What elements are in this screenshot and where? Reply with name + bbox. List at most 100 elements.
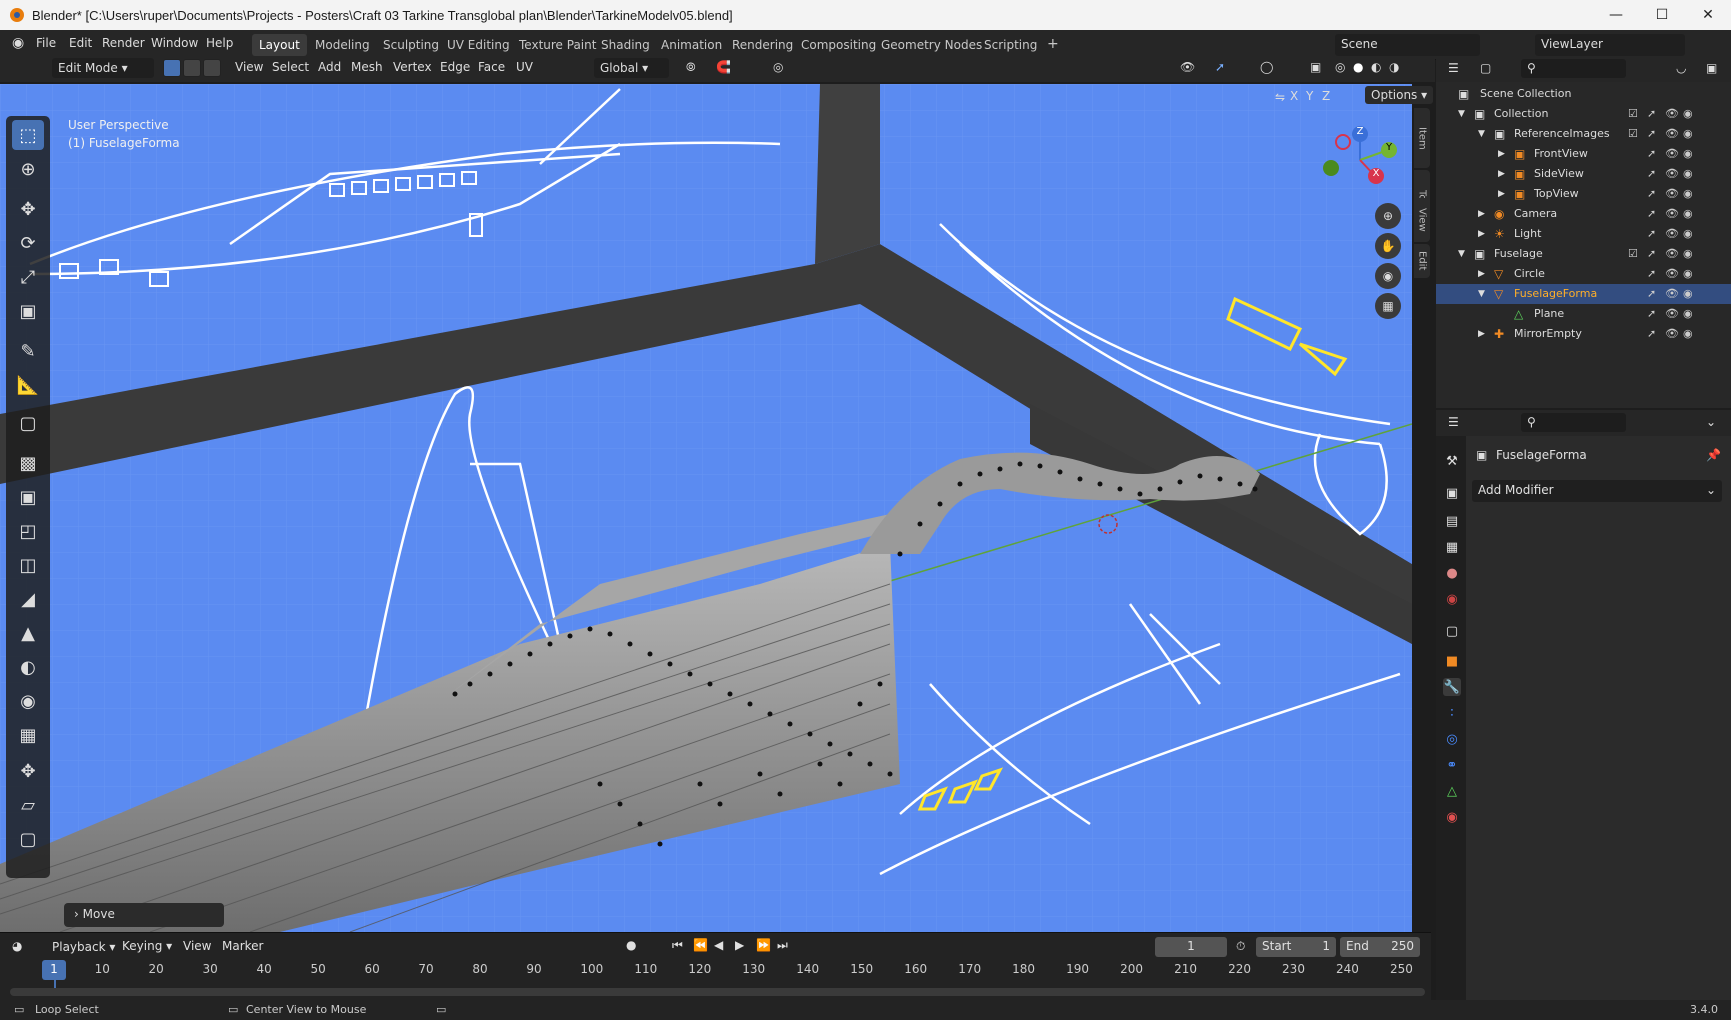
menu-keying[interactable]: Keying ▾ xyxy=(122,939,172,953)
camera-icon[interactable]: ◉ xyxy=(1683,147,1693,160)
select-icon[interactable]: ➚ xyxy=(1647,167,1656,180)
play-icon[interactable]: ▶ xyxy=(735,938,744,952)
outliner-row-plane[interactable]: △ Plane ➚ 👁 ◉ xyxy=(1436,304,1731,324)
scene-properties-icon[interactable]: ● xyxy=(1443,564,1461,582)
prev-keyframe-icon[interactable]: ⏪ xyxy=(693,938,708,952)
timeline-scrollbar[interactable] xyxy=(10,988,1425,996)
eye-icon[interactable]: 👁 xyxy=(1665,327,1679,340)
disclosure-triangle-icon[interactable]: ▼ xyxy=(1478,289,1485,299)
outliner-row-fuselage[interactable]: ▼ ▣ Fuselage ☑ ➚ 👁 ◉ xyxy=(1436,244,1731,264)
camera-icon[interactable]: ◉ xyxy=(1683,247,1693,260)
world-properties-icon[interactable]: ◉ xyxy=(1443,590,1461,608)
smooth-tool-icon[interactable]: ◉ xyxy=(12,686,44,716)
menu-view[interactable]: View xyxy=(235,60,263,74)
gizmo-y-icon[interactable]: Y xyxy=(1381,142,1397,158)
gizmo-z-icon[interactable]: Z xyxy=(1352,126,1368,142)
eye-icon[interactable]: 👁 xyxy=(1665,287,1679,300)
camera-icon[interactable]: ◉ xyxy=(1683,207,1693,220)
face-select-mode-icon[interactable] xyxy=(203,59,221,77)
options-dropdown[interactable]: Options ▾ xyxy=(1365,86,1434,104)
tab-compositing[interactable]: Compositing xyxy=(794,34,883,56)
scene-selector[interactable]: Scene xyxy=(1335,34,1480,56)
last-operator-panel[interactable]: › Move xyxy=(64,903,224,927)
eye-icon[interactable]: 👁 xyxy=(1665,187,1679,200)
loop-cut-tool-icon[interactable]: ◫ xyxy=(12,550,44,580)
camera-icon[interactable]: ◉ xyxy=(1683,167,1693,180)
chevron-down-icon[interactable]: ⌄ xyxy=(1706,415,1716,429)
tab-geometry-nodes[interactable]: Geometry Nodes xyxy=(874,34,989,56)
render-properties-icon[interactable]: ▣ xyxy=(1443,484,1461,502)
disclosure-triangle-icon[interactable]: ▶ xyxy=(1478,269,1485,279)
select-icon[interactable]: ➚ xyxy=(1647,207,1656,220)
transform-tool-icon[interactable]: ▣ xyxy=(12,296,44,326)
physics-properties-icon[interactable]: ◎ xyxy=(1443,730,1461,748)
menu-timeline-view[interactable]: View xyxy=(183,939,211,953)
rotate-tool-icon[interactable]: ⟳ xyxy=(12,228,44,258)
sidebar-tab-edit[interactable]: Edit xyxy=(1414,244,1430,278)
scale-tool-icon[interactable]: ⤢ xyxy=(12,262,44,292)
camera-icon[interactable]: ◉ xyxy=(1683,127,1693,140)
menu-mesh[interactable]: Mesh xyxy=(351,60,383,74)
ortho-grid-icon[interactable]: ▦ xyxy=(1375,293,1401,319)
poly-build-tool-icon[interactable]: ▲ xyxy=(12,618,44,648)
shading-material-icon[interactable]: ◐ xyxy=(1371,60,1381,74)
inset-tool-icon[interactable]: ▣ xyxy=(12,482,44,512)
visibility-icon[interactable]: 👁 xyxy=(1180,60,1195,74)
jump-start-icon[interactable]: ⏮ xyxy=(672,938,683,953)
menu-vertex[interactable]: Vertex xyxy=(393,60,432,74)
object-properties-icon[interactable]: ■ xyxy=(1443,652,1461,670)
new-collection-icon[interactable]: ▣ xyxy=(1706,61,1717,75)
camera-icon[interactable]: ◉ xyxy=(1683,107,1693,120)
spin-tool-icon[interactable]: ◐ xyxy=(12,652,44,682)
tab-layout[interactable]: Layout xyxy=(252,34,307,56)
exclude-checkbox[interactable]: ☑ xyxy=(1628,107,1638,120)
stopwatch-icon[interactable]: ⏱ xyxy=(1236,939,1245,954)
select-icon[interactable]: ➚ xyxy=(1647,127,1656,140)
mode-selector[interactable]: Edit Mode ▾ xyxy=(52,58,154,78)
tab-rendering[interactable]: Rendering xyxy=(725,34,800,56)
play-reverse-icon[interactable]: ◀ xyxy=(714,938,723,952)
menu-edge[interactable]: Edge xyxy=(440,60,470,74)
menu-edit[interactable]: Edit xyxy=(69,36,92,50)
disclosure-triangle-icon[interactable]: ▼ xyxy=(1478,129,1485,139)
camera-icon[interactable]: ◉ xyxy=(1683,227,1693,240)
add-cube-tool-icon[interactable]: ▢ xyxy=(12,408,44,438)
outliner-row-frontview[interactable]: ▶ ▣ FrontView ➚ 👁 ◉ xyxy=(1436,144,1731,164)
outliner-row-circle[interactable]: ▶ ▽ Circle ➚ 👁 ◉ xyxy=(1436,264,1731,284)
viewlayer-selector[interactable]: ViewLayer xyxy=(1535,34,1685,56)
tab-uv-editing[interactable]: UV Editing xyxy=(440,34,517,56)
mirror-x-toggle[interactable]: X xyxy=(1290,89,1298,103)
eye-icon[interactable]: 👁 xyxy=(1665,307,1679,320)
start-frame-field[interactable]: Start 1 xyxy=(1256,937,1336,957)
outliner-row-light[interactable]: ▶ ☀ Light ➚ 👁 ◉ xyxy=(1436,224,1731,244)
gizmo-toggle-icon[interactable]: ➚ xyxy=(1215,60,1225,74)
display-mode-icon[interactable]: ▢ xyxy=(1480,61,1491,75)
overlay-icon[interactable]: ◯ xyxy=(1260,60,1273,74)
menu-face[interactable]: Face xyxy=(478,60,505,74)
select-icon[interactable]: ➚ xyxy=(1647,247,1656,260)
mirror-icon[interactable]: ⇋ xyxy=(1275,90,1285,104)
select-box-tool-icon[interactable]: ⬚ xyxy=(12,120,44,150)
current-frame-field[interactable]: 1 xyxy=(1155,937,1227,957)
select-icon[interactable]: ➚ xyxy=(1647,307,1656,320)
outliner-row-scene-collection[interactable]: ▣ Scene Collection xyxy=(1436,84,1731,104)
next-keyframe-icon[interactable]: ⏩ xyxy=(756,938,771,952)
outliner-row-camera[interactable]: ▶ ◉ Camera ➚ 👁 ◉ xyxy=(1436,204,1731,224)
eye-icon[interactable]: 👁 xyxy=(1665,247,1679,260)
add-modifier-dropdown[interactable]: Add Modifier ⌄ xyxy=(1472,480,1722,502)
exclude-checkbox[interactable]: ☑ xyxy=(1628,127,1638,140)
select-icon[interactable]: ➚ xyxy=(1647,287,1656,300)
data-properties-icon[interactable]: △ xyxy=(1443,782,1461,800)
editor-type-icon[interactable]: ☰ xyxy=(1448,61,1459,75)
disclosure-triangle-icon[interactable]: ▶ xyxy=(1498,189,1505,199)
add-workspace-icon[interactable]: + xyxy=(1040,32,1066,54)
edge-select-mode-icon[interactable] xyxy=(183,59,201,77)
rip-tool-icon[interactable]: ▢ xyxy=(12,824,44,854)
disclosure-triangle-icon[interactable]: ▶ xyxy=(1478,229,1485,239)
material-properties-icon[interactable]: ◉ xyxy=(1443,808,1461,826)
move-tool-icon[interactable]: ✥ xyxy=(12,194,44,224)
close-button[interactable]: ✕ xyxy=(1685,0,1731,30)
camera-view-icon[interactable]: ◉ xyxy=(1375,263,1401,289)
pan-hand-icon[interactable]: ✋ xyxy=(1375,233,1401,259)
menu-window[interactable]: Window xyxy=(151,36,198,50)
